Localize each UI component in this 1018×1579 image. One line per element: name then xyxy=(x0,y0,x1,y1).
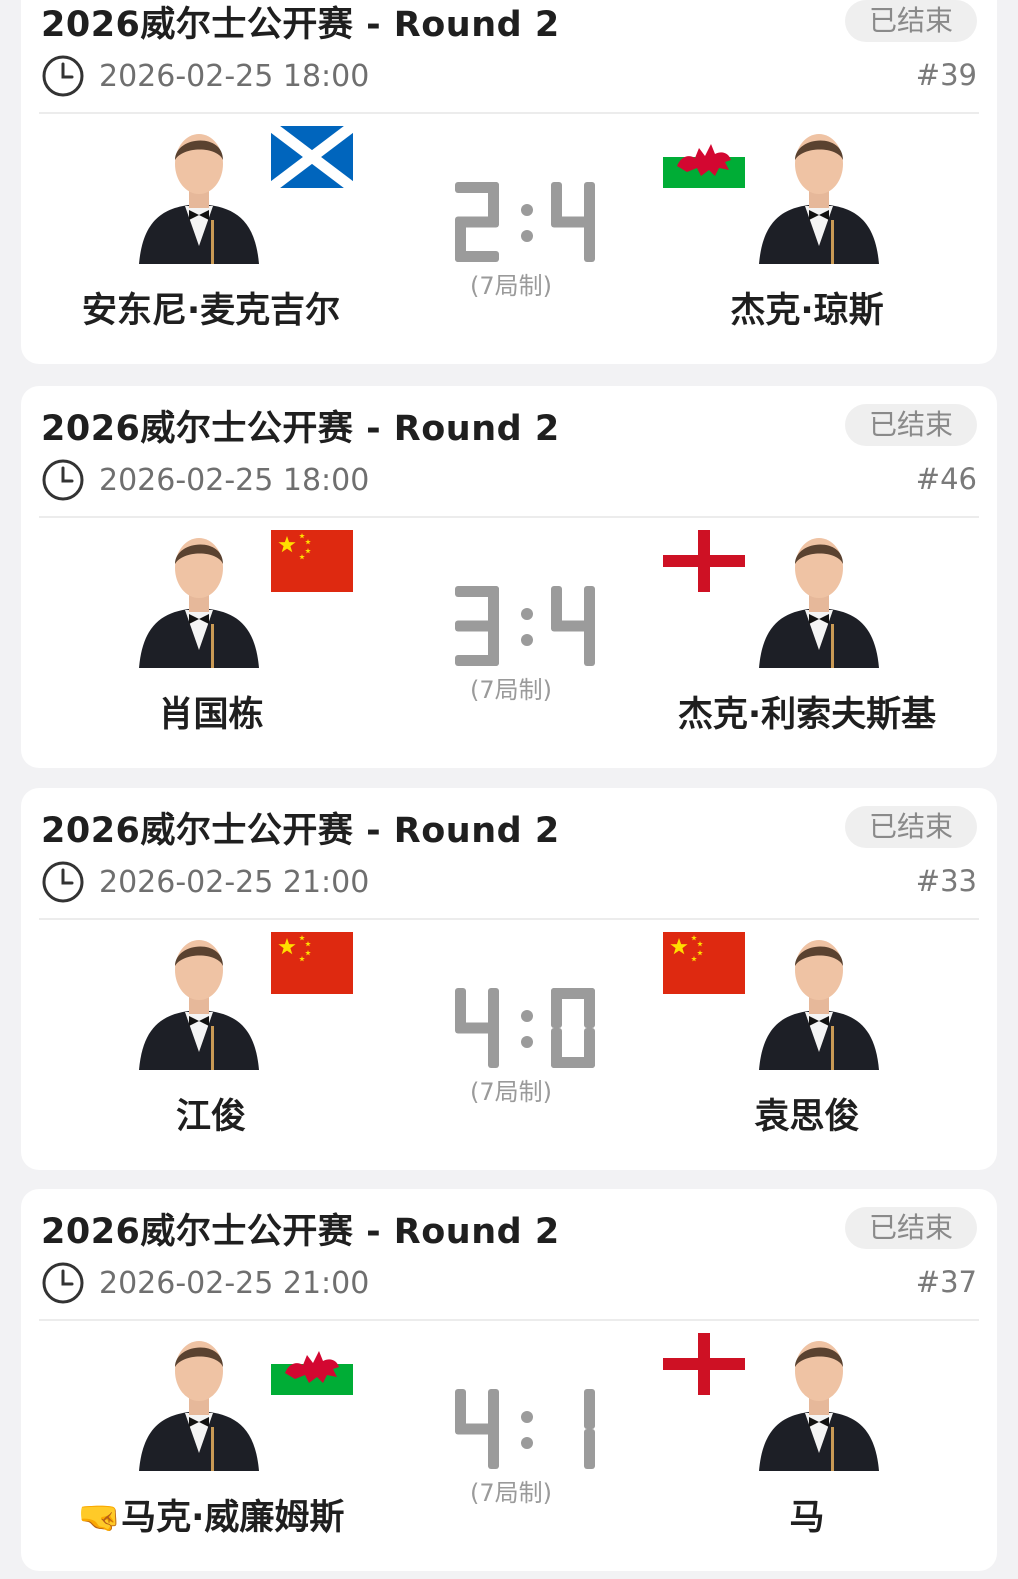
match-title: 2026威尔士公开赛 - Round 2 xyxy=(41,409,560,449)
match-time: 2026-02-25 21:00 xyxy=(99,1265,370,1301)
left-player-name-text: 马克·威廉姆斯 xyxy=(121,1498,345,1538)
left-player-photo[interactable] xyxy=(129,526,269,668)
clock-icon xyxy=(41,54,85,98)
match-card[interactable]: 2026威尔士公开赛 - Round 2 已结束 2026-02-25 18:00 #… xyxy=(21,0,997,364)
match-time: 2026-02-25 18:00 xyxy=(99,462,370,498)
score-display xyxy=(421,1389,601,1477)
left-score-digit xyxy=(455,1389,499,1469)
left-player-name[interactable]: 江俊 xyxy=(41,1088,381,1139)
status-badge: 已结束 xyxy=(845,806,977,848)
china-flag xyxy=(271,932,353,994)
right-score-digit xyxy=(551,586,595,666)
china-flag xyxy=(663,932,745,994)
right-score-digit xyxy=(551,988,595,1068)
score-display xyxy=(421,586,601,674)
right-player-photo[interactable] xyxy=(749,1329,889,1471)
match-number: #37 xyxy=(915,1265,977,1299)
left-player-name-text: 江俊 xyxy=(175,1097,246,1137)
match-title: 2026威尔士公开赛 - Round 2 xyxy=(41,811,560,851)
status-badge: 已结束 xyxy=(845,1207,977,1249)
match-time-row: 2026-02-25 18:00 xyxy=(41,456,369,504)
left-player-name[interactable]: 🤜马克·威廉姆斯 xyxy=(41,1489,381,1540)
right-score-digit xyxy=(551,182,595,262)
left-player-name[interactable]: 肖国栋 xyxy=(41,686,381,737)
wales-flag xyxy=(271,1333,353,1395)
left-score-digit xyxy=(455,988,499,1068)
status-badge: 已结束 xyxy=(845,0,977,42)
match-time: 2026-02-25 21:00 xyxy=(99,864,370,900)
match-format: (7局制) xyxy=(470,1479,552,1507)
right-score-digit xyxy=(584,1389,595,1469)
fist-emoji-icon: 🤜 xyxy=(77,1498,122,1538)
divider xyxy=(39,1319,979,1321)
match-time-row: 2026-02-25 21:00 xyxy=(41,858,369,906)
match-time-row: 2026-02-25 21:00 xyxy=(41,1259,369,1307)
divider xyxy=(39,918,979,920)
match-time: 2026-02-25 18:00 xyxy=(99,58,370,94)
score-display xyxy=(421,988,601,1076)
left-player-name[interactable]: 安东尼·麦克吉尔 xyxy=(41,282,381,333)
right-player-name[interactable]: 袁思俊 xyxy=(637,1088,977,1139)
left-player-name-text: 肖国栋 xyxy=(158,695,264,735)
right-player-photo[interactable] xyxy=(749,928,889,1070)
match-card[interactable]: 2026威尔士公开赛 - Round 2 已结束 2026-02-25 21:00 #… xyxy=(21,788,997,1170)
left-player-photo[interactable] xyxy=(129,928,269,1070)
match-format: (7局制) xyxy=(470,676,552,704)
divider xyxy=(39,112,979,114)
match-number: #33 xyxy=(915,864,977,898)
left-player-photo[interactable] xyxy=(129,122,269,264)
match-number: #46 xyxy=(915,462,977,496)
status-badge: 已结束 xyxy=(845,404,977,446)
score-display xyxy=(421,182,601,270)
england-flag xyxy=(663,1333,745,1395)
china-flag xyxy=(271,530,353,592)
match-title: 2026威尔士公开赛 - Round 2 xyxy=(41,5,560,45)
right-player-name[interactable]: 杰克·利索夫斯基 xyxy=(637,686,977,737)
clock-icon xyxy=(41,1261,85,1305)
left-player-photo[interactable] xyxy=(129,1329,269,1471)
right-player-photo[interactable] xyxy=(749,122,889,264)
left-score-digit xyxy=(455,586,499,666)
match-number: #39 xyxy=(915,58,977,92)
right-player-name[interactable]: 马 xyxy=(637,1489,977,1540)
match-title: 2026威尔士公开赛 - Round 2 xyxy=(41,1212,560,1252)
match-time-row: 2026-02-25 18:00 xyxy=(41,52,369,100)
match-card[interactable]: 2026威尔士公开赛 - Round 2 已结束 2026-02-25 21:00 #… xyxy=(21,1189,997,1571)
match-card[interactable]: 2026威尔士公开赛 - Round 2 已结束 2026-02-25 18:00 #… xyxy=(21,386,997,768)
match-format: (7局制) xyxy=(470,272,552,300)
wales-flag xyxy=(663,126,745,188)
right-player-photo[interactable] xyxy=(749,526,889,668)
match-format: (7局制) xyxy=(470,1078,552,1106)
clock-icon xyxy=(41,458,85,502)
left-player-name-text: 安东尼·麦克吉尔 xyxy=(81,291,341,331)
scotland-flag xyxy=(267,121,357,193)
right-player-name[interactable]: 杰克·琼斯 xyxy=(637,282,977,333)
divider xyxy=(39,516,979,518)
left-score-digit xyxy=(455,182,499,262)
clock-icon xyxy=(41,860,85,904)
england-flag xyxy=(663,530,745,592)
